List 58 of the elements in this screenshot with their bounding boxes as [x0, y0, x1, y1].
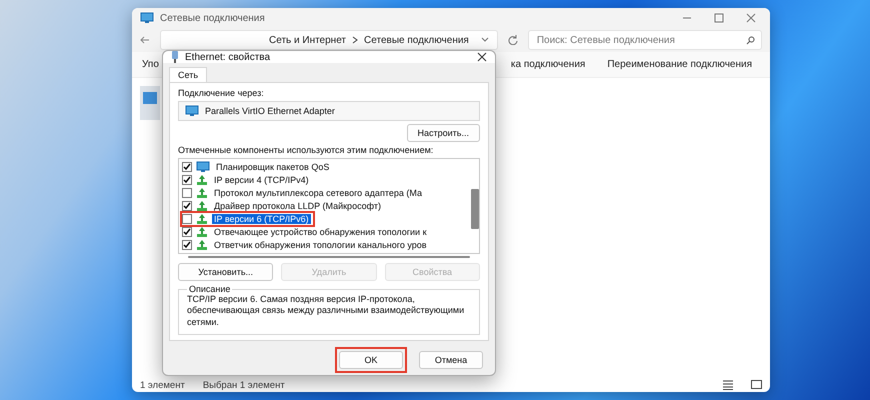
back-arrow-icon[interactable]	[140, 35, 150, 45]
dialog-button[interactable]: OK	[339, 350, 403, 369]
command-item[interactable]: Упо	[142, 59, 159, 70]
group-title: Описание	[188, 284, 232, 294]
network-adapter-icon[interactable]	[140, 86, 160, 120]
list-item[interactable]: Протокол мультиплексора сетевого адаптера (Ма	[212, 188, 424, 198]
breadcrumb-item[interactable]: Сеть и Интернет	[269, 34, 346, 46]
command-item[interactable]: ка подключения	[510, 59, 586, 70]
list-item[interactable]: Планировщик пакетов QoS	[214, 162, 332, 172]
ethernet-icon	[171, 51, 179, 63]
refresh-icon[interactable]	[508, 35, 518, 45]
protocol-icon	[196, 214, 208, 224]
components-label: Отмеченные компоненты используются этим подключением:	[178, 145, 434, 155]
connect-label: Подключение через:	[178, 88, 265, 98]
checkbox[interactable]	[182, 175, 192, 185]
scrollbar-thumb[interactable]	[188, 256, 470, 258]
network-icon	[140, 12, 154, 24]
tiles-view-icon[interactable]	[751, 380, 762, 390]
search-box[interactable]: Поиск: Сетевые подключения	[528, 30, 762, 50]
details-view-icon[interactable]	[723, 380, 733, 390]
protocol-icon	[196, 175, 208, 185]
address-bar[interactable]: Сеть и Интернет Сетевые подключения	[160, 30, 498, 50]
configure-button[interactable]: Настроить...	[406, 124, 480, 142]
adapter-field: Parallels VirtIO Ethernet Adapter	[178, 101, 480, 121]
maximize-icon[interactable]	[714, 13, 724, 23]
search-field[interactable]: Поиск: Сетевые подключения	[534, 34, 746, 46]
list-item[interactable]: Отвечающее устройство обнаружения топологии к	[212, 227, 429, 237]
description-text: TCP/IP версии 6. Самая поздняя версия IP-протокола, обеспечивающая связь между различными взаимодействующими сетями.	[187, 294, 466, 328]
checkbox[interactable]	[182, 240, 192, 250]
chevron-down-icon[interactable]	[480, 37, 489, 43]
status-text: 1 элемент	[140, 380, 185, 390]
list-item[interactable]: Ответчик обнаружения топологии канального уров	[212, 240, 429, 250]
checkbox[interactable]	[182, 227, 192, 237]
tab[interactable]: Сеть	[169, 67, 208, 82]
action-button[interactable]: Установить...	[178, 263, 274, 281]
checkbox[interactable]	[182, 201, 192, 211]
checkbox[interactable]	[182, 214, 192, 224]
monitor-icon	[185, 105, 199, 117]
dialog-button[interactable]: Отмена	[419, 350, 483, 369]
monitor-icon	[196, 161, 210, 173]
search-icon	[746, 36, 755, 44]
list-item[interactable]: Драйвер протокола LLDP (Майкрософт)	[212, 201, 384, 211]
dialog-title: Ethernet: свойства	[185, 52, 272, 62]
close-icon[interactable]	[477, 52, 487, 62]
checkbox[interactable]	[182, 162, 192, 172]
window-title: Сетевые подключения	[160, 12, 266, 24]
list-item[interactable]: IP версии 6 (TCP/IPv6)	[212, 214, 311, 224]
checkbox[interactable]	[182, 188, 192, 198]
protocol-icon	[196, 227, 208, 237]
protocol-icon	[196, 240, 208, 250]
chevron-right-icon	[352, 36, 358, 44]
scrollbar-thumb[interactable]	[471, 189, 479, 229]
protocol-icon	[196, 188, 208, 198]
list-item[interactable]: IP версии 4 (TCP/IPv4)	[212, 175, 311, 185]
command-item[interactable]: Переименование подключения	[607, 59, 752, 70]
protocol-icon	[196, 201, 208, 211]
status-text: Выбран 1 элемент	[202, 380, 285, 390]
breadcrumb-item[interactable]: Сетевые подключения	[364, 34, 469, 46]
